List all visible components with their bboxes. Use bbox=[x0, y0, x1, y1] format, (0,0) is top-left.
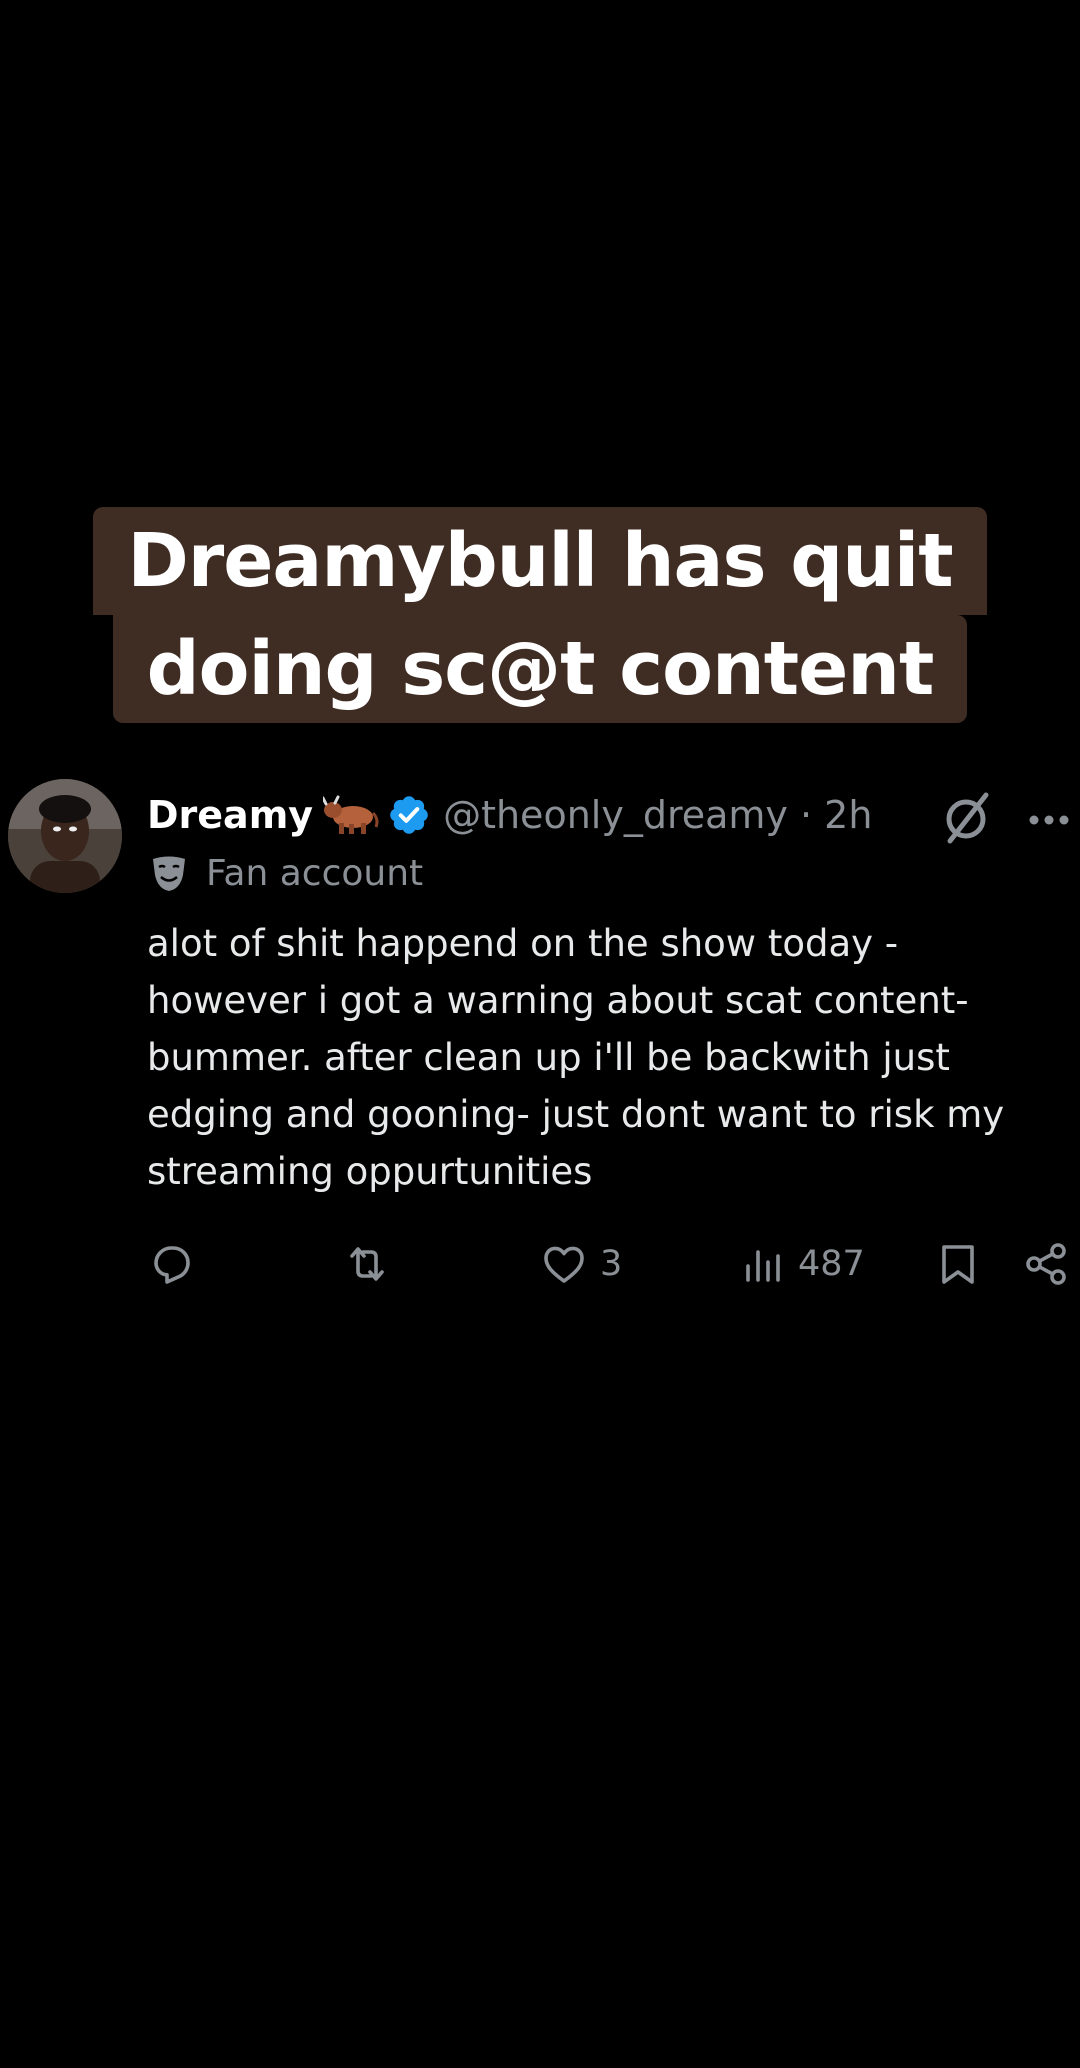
share-button[interactable] bbox=[1022, 1240, 1070, 1288]
tweet-header: Dreamy @theonly_dreamy · 2h bbox=[147, 785, 872, 845]
share-icon bbox=[1026, 1243, 1066, 1285]
bookmark-button[interactable] bbox=[934, 1240, 982, 1288]
caption-line-2: doing sc@t content bbox=[112, 615, 968, 723]
avatar[interactable] bbox=[8, 779, 122, 893]
verified-badge-icon bbox=[390, 796, 428, 834]
tweet-actions: 3 487 bbox=[0, 1240, 1080, 1300]
reply-button[interactable] bbox=[148, 1240, 196, 1288]
bull-icon bbox=[323, 795, 379, 834]
like-count: 3 bbox=[600, 1244, 623, 1284]
reply-icon bbox=[154, 1246, 190, 1284]
retweet-button[interactable] bbox=[343, 1240, 391, 1288]
like-button[interactable]: 3 bbox=[540, 1240, 622, 1288]
grok-icon[interactable] bbox=[942, 789, 992, 845]
author-name[interactable]: Dreamy bbox=[147, 793, 313, 837]
views-button[interactable]: 487 bbox=[738, 1240, 865, 1288]
retweet-icon bbox=[350, 1247, 384, 1281]
more-icon[interactable] bbox=[1024, 795, 1074, 845]
tweet-text: alot of shit happend on the show today -… bbox=[147, 922, 1005, 1193]
account-label[interactable]: Fan account bbox=[150, 853, 423, 894]
video-caption: Dreamybull has quit doing sc@t content bbox=[0, 507, 1080, 723]
view-count: 487 bbox=[798, 1244, 865, 1284]
account-label-text: Fan account bbox=[206, 853, 424, 894]
like-icon bbox=[544, 1246, 584, 1283]
author-handle[interactable]: @theonly_dreamy · 2h bbox=[443, 793, 872, 837]
tweet-card[interactable]: Dreamy @theonly_dreamy · 2h Fan account … bbox=[0, 775, 1080, 1335]
caption-line-1: Dreamybull has quit bbox=[93, 507, 987, 615]
theater-mask-icon bbox=[153, 856, 185, 891]
views-icon bbox=[746, 1250, 780, 1282]
bookmark-icon bbox=[942, 1245, 974, 1284]
